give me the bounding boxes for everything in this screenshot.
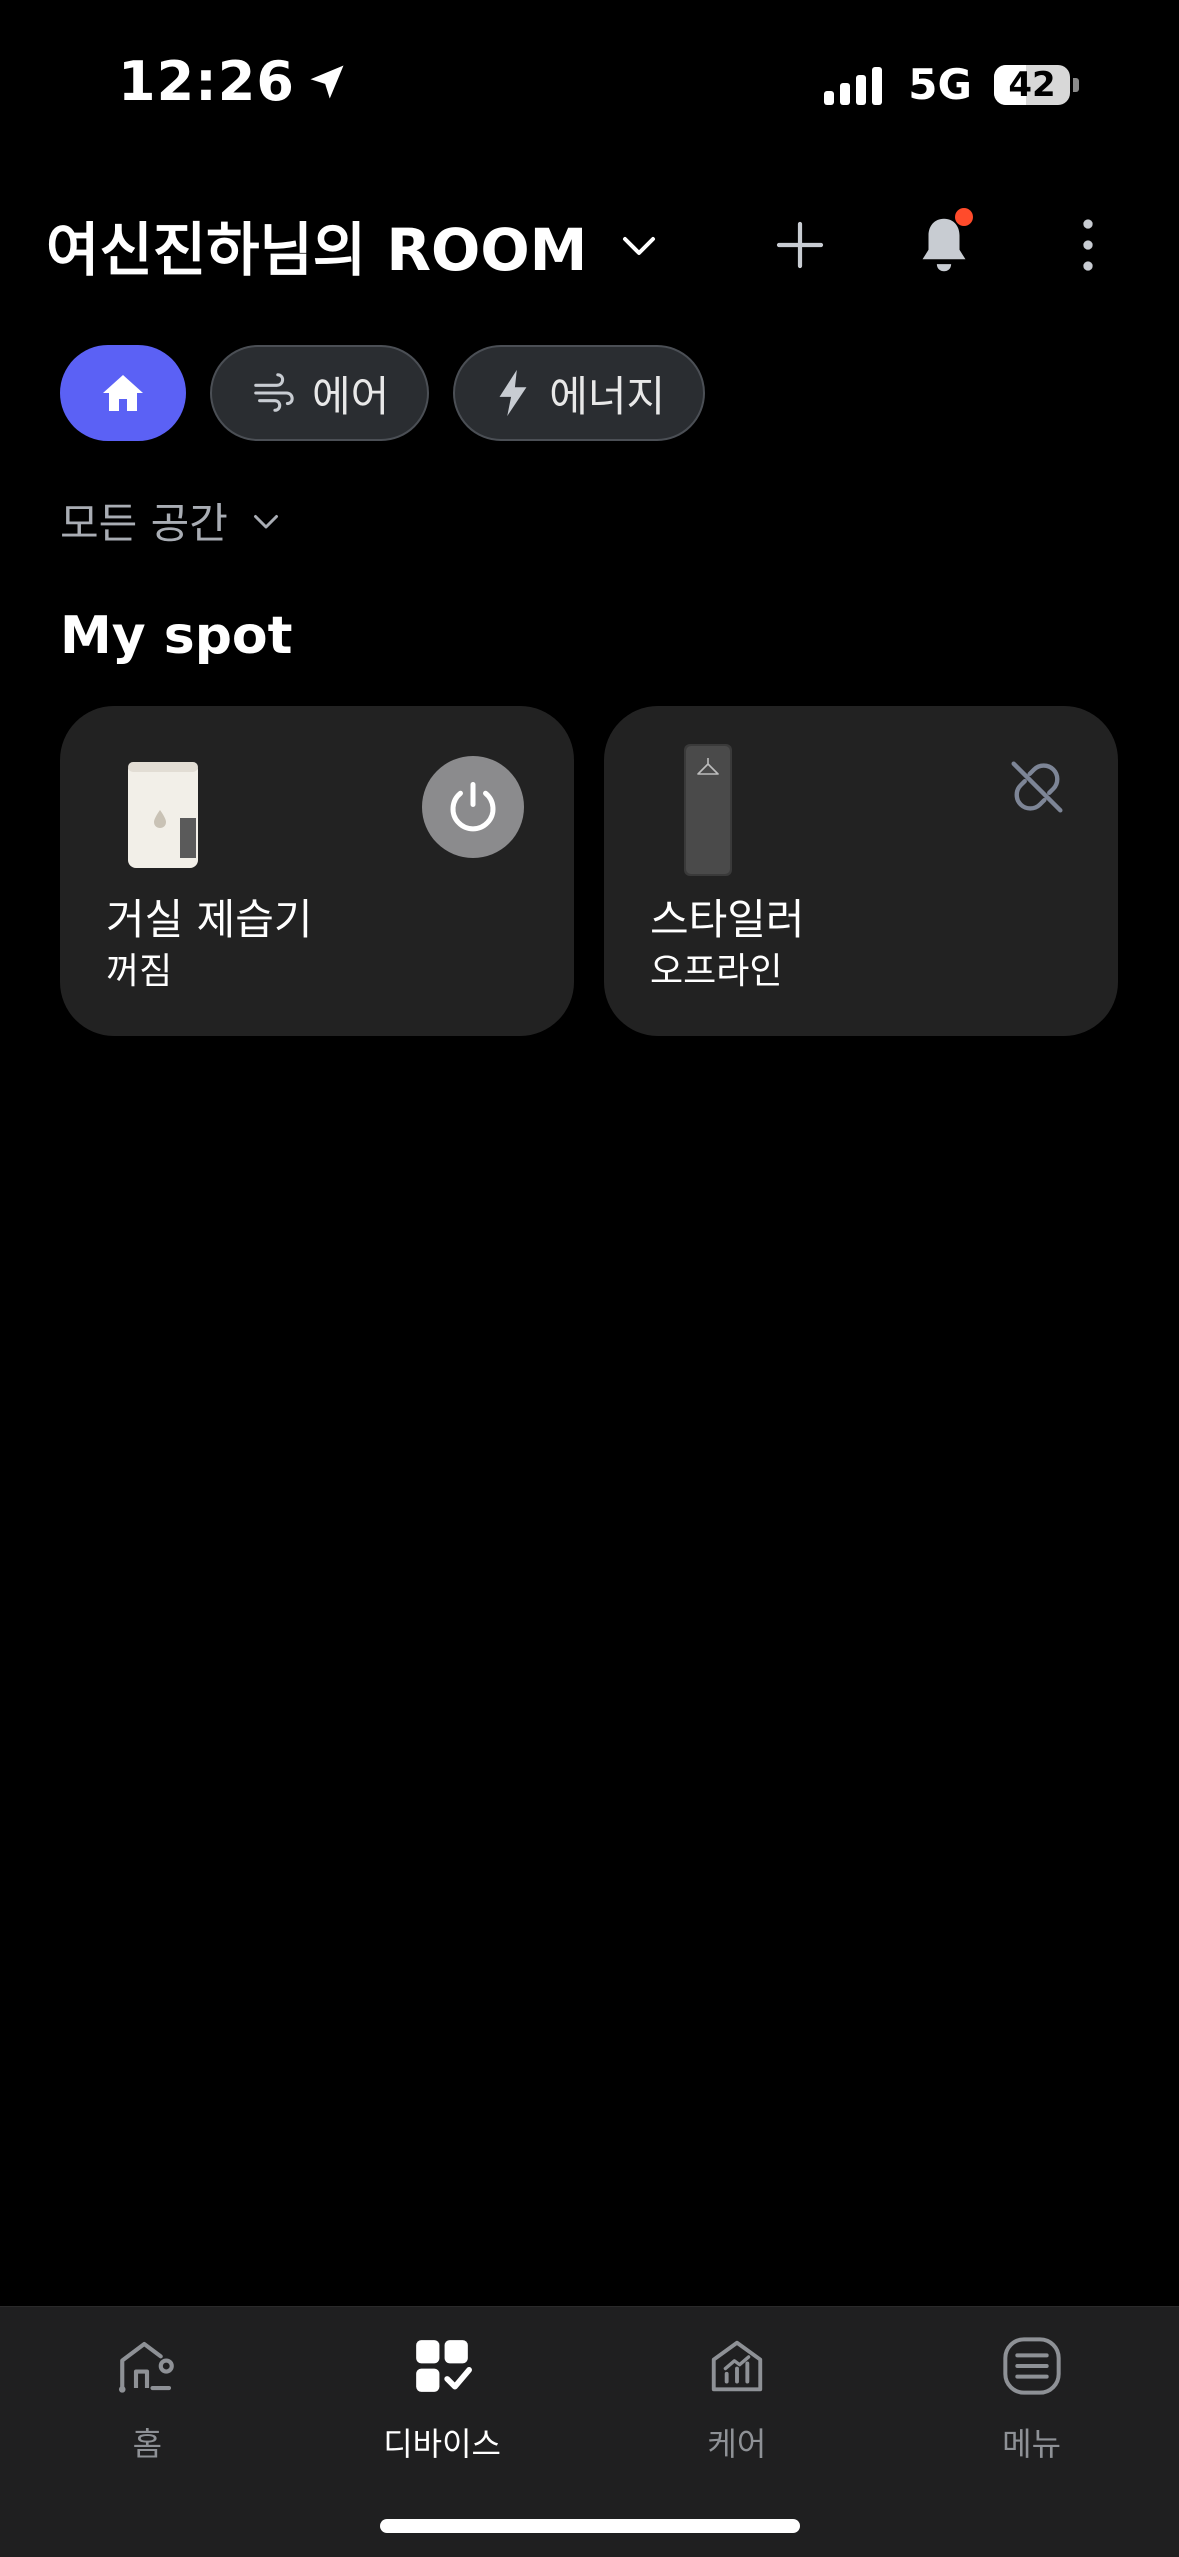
device-status: 오프라인 xyxy=(650,951,783,992)
device-name: 스타일러 xyxy=(650,895,805,944)
menu-icon xyxy=(997,2331,1067,2401)
dehumidifier-image xyxy=(128,762,198,868)
filter-air-label: 에어 xyxy=(312,371,390,421)
device-status: 꺼짐 xyxy=(106,951,173,992)
location-arrow-icon xyxy=(310,65,344,98)
care-icon xyxy=(702,2331,772,2401)
more-options-button[interactable] xyxy=(1043,200,1133,290)
battery-icon: 42 xyxy=(994,64,1070,105)
nav-item-home[interactable]: 홈 xyxy=(47,2331,247,2465)
device-cards: 거실 제습기 꺼짐 스타일러 오프라인 xyxy=(60,706,1148,1036)
network-type: 5G xyxy=(908,60,972,109)
lightning-icon xyxy=(493,368,533,418)
room-title[interactable]: 여신진하님의 ROOM xyxy=(46,203,587,287)
home-indicator xyxy=(380,2519,800,2533)
filter-energy-label: 에너지 xyxy=(549,371,666,421)
device-name: 거실 제습기 xyxy=(106,895,313,944)
nav-item-menu[interactable]: 메뉴 xyxy=(932,2331,1132,2465)
status-bar: 12:26 5G 42 xyxy=(0,0,1179,150)
section-title: My spot xyxy=(60,606,293,666)
filter-chips: 에어 에너지 xyxy=(60,345,729,441)
status-indicators: 5G 42 xyxy=(824,60,1079,109)
bottom-nav: 홈 디바이스 케어 메뉴 xyxy=(0,2306,1179,2557)
power-button[interactable] xyxy=(422,756,524,858)
unlink-icon[interactable] xyxy=(1002,752,1072,822)
clock: 12:26 xyxy=(118,50,295,113)
chevron-down-icon xyxy=(253,514,278,528)
filter-air[interactable]: 에어 xyxy=(210,345,430,441)
wind-icon xyxy=(250,370,296,416)
more-vertical-icon xyxy=(1083,219,1093,271)
home-icon xyxy=(103,375,143,411)
chevron-down-icon[interactable] xyxy=(615,221,663,269)
nav-label: 홈 xyxy=(132,2425,163,2463)
nav-label: 메뉴 xyxy=(1002,2425,1062,2463)
battery-level: 42 xyxy=(1008,64,1056,105)
notification-badge xyxy=(955,208,973,226)
home-outline-icon xyxy=(112,2331,182,2401)
battery-nub xyxy=(1073,77,1079,92)
filter-energy[interactable]: 에너지 xyxy=(453,345,706,441)
filter-home[interactable] xyxy=(60,345,186,441)
nav-item-care[interactable]: 케어 xyxy=(637,2331,837,2465)
styler-image xyxy=(684,744,732,876)
status-time: 12:26 xyxy=(118,50,349,113)
cellular-signal-icon xyxy=(824,65,888,105)
add-button[interactable] xyxy=(755,200,845,290)
space-selector[interactable]: 모든 공간 xyxy=(60,490,284,551)
notifications-button[interactable] xyxy=(899,200,989,290)
device-card-styler[interactable]: 스타일러 오프라인 xyxy=(604,706,1118,1036)
plus-icon xyxy=(776,221,824,269)
nav-label: 케어 xyxy=(707,2425,767,2463)
header-actions xyxy=(755,200,1133,290)
devices-icon xyxy=(407,2331,477,2401)
power-icon xyxy=(450,782,496,832)
nav-item-devices[interactable]: 디바이스 xyxy=(342,2331,542,2465)
header: 여신진하님의 ROOM xyxy=(46,200,1133,290)
device-card-dehumidifier[interactable]: 거실 제습기 꺼짐 xyxy=(60,706,574,1036)
space-selector-label: 모든 공간 xyxy=(60,499,228,548)
nav-label: 디바이스 xyxy=(383,2425,501,2463)
